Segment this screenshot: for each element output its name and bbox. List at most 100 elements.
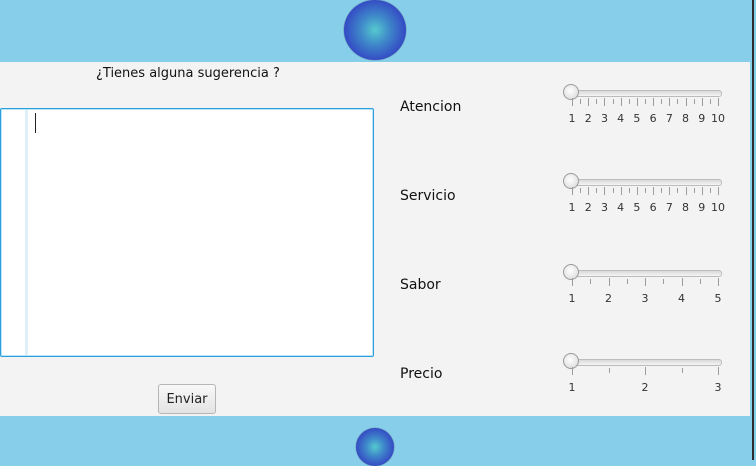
- tick-label: 5: [633, 201, 641, 214]
- text-caret: [35, 113, 36, 133]
- slider-thumb[interactable]: [563, 353, 579, 369]
- slider-atencion[interactable]: 1 2 3 4 5 6 7 8 9 10: [562, 84, 726, 130]
- minor-tick: [612, 188, 614, 193]
- minor-tick: [628, 188, 630, 193]
- textarea-gutter: [25, 110, 28, 355]
- major-tick: [604, 187, 606, 195]
- minor-tick: [699, 279, 701, 284]
- minor-tick: [612, 99, 614, 104]
- major-tick: [636, 98, 638, 106]
- tick-label: 6: [649, 112, 657, 125]
- minor-tick: [677, 99, 679, 104]
- tick-label: 10: [711, 112, 725, 125]
- major-tick: [718, 98, 719, 106]
- tick-label: 1: [568, 292, 576, 305]
- major-tick: [669, 187, 671, 195]
- major-tick: [653, 187, 655, 195]
- major-tick: [701, 187, 703, 195]
- minor-tick: [661, 188, 663, 193]
- major-tick: [620, 187, 622, 195]
- minor-tick: [590, 279, 592, 284]
- tick-label: 3: [600, 112, 608, 125]
- minor-tick: [608, 368, 610, 373]
- minor-tick: [709, 188, 711, 193]
- major-tick: [685, 187, 687, 195]
- minor-tick: [693, 188, 695, 193]
- suggestion-prompt: ¿Tienes alguna sugerencia ?: [96, 66, 280, 81]
- rating-label-precio: Precio: [400, 366, 443, 382]
- tick-label: 2: [584, 201, 592, 214]
- minor-tick: [626, 279, 628, 284]
- window-edge: [752, 0, 754, 460]
- tick-label: 1: [568, 201, 576, 214]
- tick-label: 8: [682, 112, 690, 125]
- tick-label: 2: [641, 381, 649, 394]
- tick-label: 7: [665, 112, 673, 125]
- tick-label: 3: [714, 381, 722, 394]
- tick-label: 3: [600, 201, 608, 214]
- slider-track: [572, 90, 722, 97]
- minor-tick: [645, 188, 646, 193]
- minor-tick: [580, 99, 582, 104]
- major-tick: [645, 278, 646, 286]
- major-tick: [572, 367, 573, 375]
- slider-servicio[interactable]: 1 2 3 4 5 6 7 8 9 10: [562, 173, 726, 219]
- major-tick: [588, 98, 590, 106]
- minor-tick: [663, 279, 665, 284]
- major-tick: [718, 278, 719, 286]
- tick-label: 4: [617, 201, 625, 214]
- tick-label: 2: [605, 292, 612, 305]
- major-tick: [572, 98, 573, 106]
- logo-orb-bottom: [356, 428, 394, 466]
- slider-precio[interactable]: 1 2 3: [562, 353, 726, 399]
- major-tick: [572, 278, 573, 286]
- minor-tick: [681, 368, 683, 373]
- minor-tick: [596, 188, 598, 193]
- tick-label: 3: [641, 292, 649, 305]
- major-tick: [588, 187, 590, 195]
- minor-tick: [677, 188, 679, 193]
- minor-tick: [628, 99, 630, 104]
- tick-label: 5: [714, 292, 722, 305]
- suggestion-textarea[interactable]: [0, 108, 374, 357]
- rating-label-sabor: Sabor: [400, 277, 441, 293]
- tick-label: 2: [584, 112, 592, 125]
- tick-label: 5: [633, 112, 641, 125]
- major-tick: [636, 187, 638, 195]
- major-tick: [653, 98, 655, 106]
- major-tick: [669, 98, 671, 106]
- tick-label: 8: [682, 201, 690, 214]
- slider-thumb[interactable]: [563, 173, 579, 189]
- major-tick: [608, 278, 610, 286]
- major-tick: [572, 187, 573, 195]
- slider-sabor[interactable]: 1 2 3 4 5: [562, 264, 726, 310]
- minor-tick: [580, 188, 582, 193]
- tick-label: 4: [617, 112, 625, 125]
- tick-label: 6: [649, 201, 657, 214]
- tick-label: 9: [698, 112, 706, 125]
- minor-tick: [645, 99, 646, 104]
- tick-label: 10: [711, 201, 725, 214]
- rating-label-servicio: Servicio: [400, 188, 456, 204]
- tick-label: 7: [665, 201, 673, 214]
- tick-label: 1: [568, 112, 576, 125]
- logo-orb-top: [344, 0, 406, 60]
- major-tick: [645, 367, 646, 375]
- major-tick: [718, 367, 719, 375]
- minor-tick: [709, 99, 711, 104]
- major-tick: [718, 187, 719, 195]
- tick-label: 1: [568, 381, 576, 394]
- send-button[interactable]: Enviar: [158, 384, 216, 414]
- slider-thumb[interactable]: [563, 264, 579, 280]
- slider-thumb[interactable]: [563, 84, 579, 100]
- major-tick: [604, 98, 606, 106]
- slider-track: [572, 270, 722, 277]
- tick-label: 4: [678, 292, 685, 305]
- major-tick: [681, 278, 683, 286]
- minor-tick: [661, 99, 663, 104]
- minor-tick: [693, 99, 695, 104]
- tick-label: 9: [698, 201, 706, 214]
- slider-track: [572, 359, 722, 366]
- major-tick: [685, 98, 687, 106]
- major-tick: [620, 98, 622, 106]
